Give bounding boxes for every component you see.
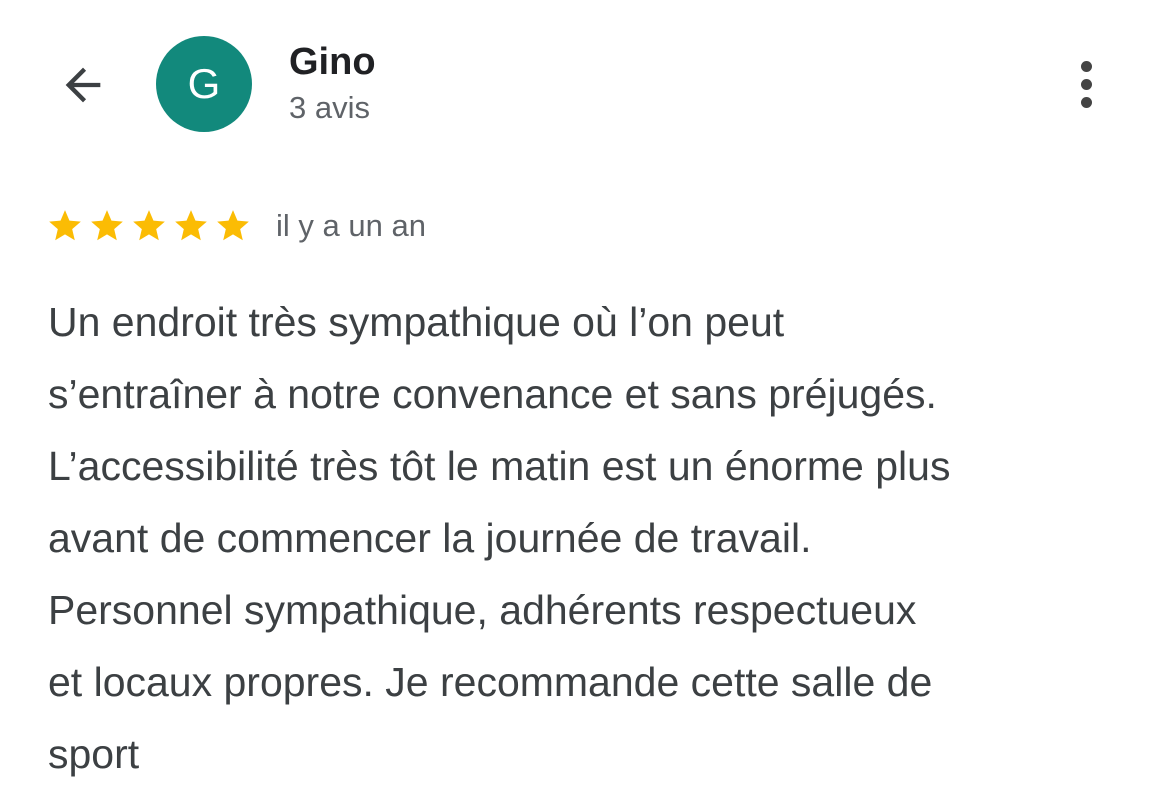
more-vertical-icon-dot [1080,96,1092,108]
rating-row: il y a un an [46,203,426,249]
star-icon [217,210,249,241]
star-icon [133,210,165,241]
more-vertical-icon-dot [1080,78,1092,90]
review-count: 3 avis [289,90,370,125]
review-time: il y a un an [276,208,426,243]
more-options-button[interactable] [1062,52,1110,116]
user-name[interactable]: Gino [289,40,376,84]
avatar-letter: G [187,60,221,107]
star-icon [175,210,207,241]
star-icon [49,210,81,241]
review-header: G Gino 3 avis [0,0,1170,160]
avatar[interactable]: G [156,36,252,132]
arrow-left-icon [65,67,101,103]
back-button[interactable] [52,54,114,116]
star-rating [46,207,252,245]
star-icon [91,210,123,241]
more-vertical-icon [1080,60,1092,72]
review-text: Un endroit très sympathique où l’on peut… [48,299,951,777]
